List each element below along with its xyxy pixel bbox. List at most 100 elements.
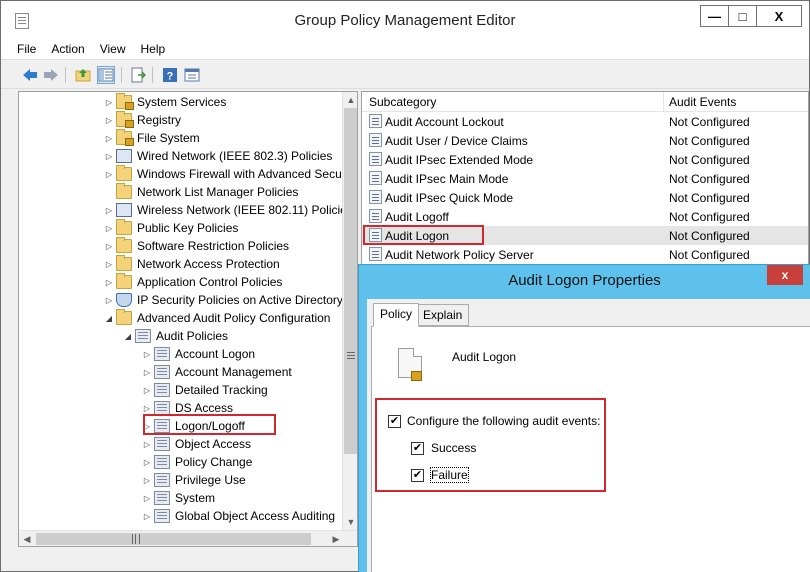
audit-events-value: Not Configured [669, 172, 750, 186]
tree-item[interactable]: ▷ Object Access [142, 435, 251, 453]
success-checkbox[interactable]: ✔ [411, 442, 424, 455]
tree-item[interactable]: ▷ File System [104, 129, 200, 147]
dialog-body: Policy Explain Audit Logon ✔ Configure t… [367, 299, 810, 572]
folder-icon [116, 183, 132, 199]
tree-item-label: Software Restriction Policies [137, 239, 290, 253]
collapsed-arrow-icon[interactable]: ▷ [104, 115, 114, 125]
toolbar: ? [1, 59, 809, 89]
list-row[interactable]: Audit Logoff Not Configured [362, 207, 808, 226]
tree-item[interactable]: ▷ Account Management [142, 363, 292, 381]
menu-action[interactable]: Action [51, 39, 84, 59]
scroll-right-icon[interactable]: ▶ [328, 531, 344, 546]
subcategory-name: Audit Network Policy Server [385, 248, 534, 262]
tree-item[interactable]: ▷ Software Restriction Policies [104, 237, 289, 255]
scroll-down-icon[interactable]: ▼ [343, 514, 357, 530]
tree-item[interactable]: ▷ Policy Change [142, 453, 252, 471]
tree-item[interactable]: ▷ Wired Network (IEEE 802.3) Policies [104, 147, 332, 165]
tree-item[interactable]: ▷ System [142, 489, 215, 507]
tree-item[interactable]: ▷ IP Security Policies on Active Director… [104, 291, 343, 309]
collapsed-arrow-icon[interactable]: ▷ [142, 475, 152, 485]
tree-item[interactable]: ▷ Network Access Protection [104, 255, 280, 273]
hscroll-thumb[interactable] [36, 533, 311, 545]
list-row[interactable]: Audit User / Device Claims Not Configured [362, 131, 808, 150]
tab-explain[interactable]: Explain [416, 304, 470, 326]
collapsed-arrow-icon[interactable]: ▷ [104, 277, 114, 287]
help-icon[interactable]: ? [161, 66, 179, 84]
tree-item[interactable]: ▷ Application Control Policies [104, 273, 282, 291]
back-arrow-icon[interactable] [21, 66, 39, 84]
audit-setting-icon [369, 152, 382, 166]
collapsed-arrow-icon[interactable]: ▷ [142, 457, 152, 467]
dialog-close-button[interactable]: x [767, 265, 803, 285]
collapsed-arrow-icon[interactable]: ▷ [104, 241, 114, 251]
list-row[interactable]: Audit Network Policy Server Not Configure… [362, 245, 808, 264]
locked-folder-icon [116, 111, 134, 128]
expanded-arrow-icon[interactable]: ◢ [123, 331, 133, 341]
collapsed-arrow-icon[interactable]: ▷ [104, 97, 114, 107]
tree-item[interactable]: ▷ Windows Firewall with Advanced Security [104, 165, 357, 183]
maximize-button[interactable]: □ [728, 5, 756, 27]
collapsed-arrow-icon[interactable]: ▷ [142, 403, 152, 413]
menu-help[interactable]: Help [141, 39, 166, 59]
minimize-button[interactable]: — [700, 5, 728, 27]
collapsed-arrow-icon[interactable]: ▷ [104, 151, 114, 161]
collapsed-arrow-icon[interactable]: ▷ [142, 493, 152, 503]
tree-item[interactable]: ◢ Audit Policies [123, 327, 228, 345]
tree-item[interactable]: ▷ Privilege Use [142, 471, 246, 489]
expanded-arrow-icon[interactable]: ◢ [104, 313, 114, 323]
list-row[interactable]: Audit IPsec Main Mode Not Configured [362, 169, 808, 188]
close-button[interactable]: X [756, 5, 802, 27]
list-header: Subcategory Audit Events [362, 92, 808, 112]
failure-checkbox[interactable]: ✔ [411, 469, 424, 482]
audit-logon-properties-dialog[interactable]: Audit Logon Properties x Policy Explain … [358, 264, 810, 572]
list-row[interactable]: Audit IPsec Quick Mode Not Configured [362, 188, 808, 207]
title-bar[interactable]: Group Policy Management Editor — □ X [1, 1, 809, 39]
show-tree-icon[interactable] [97, 66, 115, 84]
collapsed-arrow-icon[interactable]: ▷ [104, 223, 114, 233]
properties-icon[interactable] [183, 66, 201, 84]
folder-icon [116, 273, 132, 289]
export-list-icon[interactable] [129, 66, 147, 84]
column-audit-events[interactable]: Audit Events [669, 95, 736, 109]
collapsed-arrow-icon[interactable]: ▷ [104, 169, 114, 179]
tree-item[interactable]: ▷ Global Object Access Auditing [142, 507, 335, 525]
tree-item[interactable]: ▷ Detailed Tracking [142, 381, 268, 399]
collapsed-arrow-icon[interactable]: ▷ [142, 349, 152, 359]
collapsed-arrow-icon[interactable]: ▷ [104, 259, 114, 269]
tree-item-label: Privilege Use [175, 473, 246, 487]
tree-item[interactable]: ▷ Public Key Policies [104, 219, 238, 237]
audit-policy-icon [135, 329, 151, 343]
collapsed-arrow-icon[interactable]: ▷ [104, 205, 114, 215]
collapsed-arrow-icon[interactable]: ▷ [142, 439, 152, 449]
tree-vertical-scrollbar[interactable]: ▲ ▼ [342, 92, 357, 530]
collapsed-arrow-icon[interactable]: ▷ [104, 295, 114, 305]
tree-item[interactable]: ▷ Wireless Network (IEEE 802.11) Policies [104, 201, 353, 219]
collapsed-arrow-icon[interactable]: ▷ [142, 385, 152, 395]
collapsed-arrow-icon[interactable]: ▷ [104, 133, 114, 143]
list-row[interactable]: Audit Account Lockout Not Configured [362, 112, 808, 131]
tree-item[interactable]: Network List Manager Policies [104, 183, 298, 201]
column-subcategory[interactable]: Subcategory [369, 95, 436, 109]
tree-item[interactable]: ▷ Account Logon [142, 345, 255, 363]
menu-view[interactable]: View [100, 39, 126, 59]
tree-item[interactable]: ▷ Registry [104, 111, 181, 129]
audit-events-value: Not Configured [669, 248, 750, 262]
up-folder-icon[interactable] [74, 66, 92, 84]
configure-audit-events-checkbox[interactable]: ✔ [388, 415, 401, 428]
collapsed-arrow-icon[interactable]: ▷ [142, 511, 152, 521]
scroll-left-icon[interactable]: ◀ [19, 531, 35, 546]
collapsed-arrow-icon[interactable]: ▷ [142, 367, 152, 377]
tree-item[interactable]: ◢ Advanced Audit Policy Configuration [104, 309, 330, 327]
audit-policy-icon [154, 347, 170, 361]
list-row[interactable]: Audit IPsec Extended Mode Not Configured [362, 150, 808, 169]
tree-item[interactable]: ▷ System Services [104, 93, 226, 111]
forward-arrow-icon[interactable] [42, 66, 60, 84]
tree-pane[interactable]: ▷ System Services ▷ Registry ▷ File System ▷ Wi… [18, 91, 358, 547]
tree-item-label: Advanced Audit Policy Configuration [137, 311, 331, 325]
tab-policy[interactable]: Policy [373, 303, 420, 327]
tree-item-label: Account Management [175, 365, 292, 379]
menu-file[interactable]: File [17, 39, 36, 59]
scroll-up-icon[interactable]: ▲ [343, 92, 357, 108]
scroll-thumb[interactable] [344, 108, 357, 454]
tree-horizontal-scrollbar[interactable]: ◀ ▶ [19, 530, 357, 546]
